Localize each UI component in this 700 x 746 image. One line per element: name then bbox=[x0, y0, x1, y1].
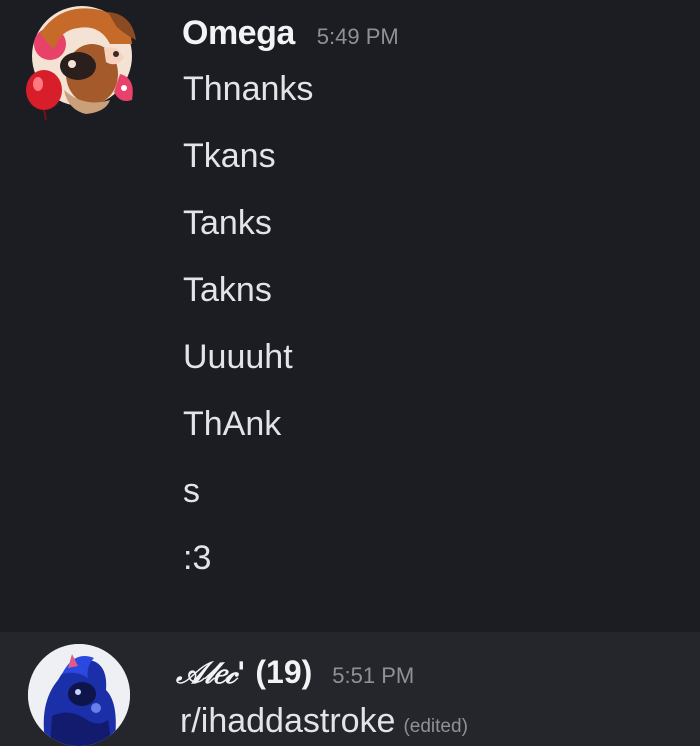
message-text: Thnanks bbox=[183, 70, 314, 108]
message-text: ThAnk bbox=[183, 405, 282, 443]
username[interactable]: Omega bbox=[182, 14, 295, 53]
edited-label: (edited) bbox=[403, 716, 468, 737]
message-text: Tanks bbox=[183, 204, 272, 242]
user-tag: (19) bbox=[255, 654, 313, 690]
timestamp: 5:51 PM bbox=[332, 663, 415, 688]
username[interactable]: 𝒜𝓁𝑒𝒸' bbox=[176, 656, 246, 691]
chat-panel: Omega 5:49 PM Thnanks Tkans Tanks Takns … bbox=[0, 0, 700, 746]
message-group-alec: 𝒜𝓁𝑒𝒸' (19) 5:51 PM r/ihaddastroke (edited… bbox=[0, 632, 700, 746]
message-lines: Thnanks Tkans Tanks Takns Uuuuht ThAnk s… bbox=[183, 68, 313, 604]
message-text: s bbox=[183, 472, 200, 510]
timestamp: 5:49 PM bbox=[316, 24, 399, 49]
message-group-omega: Omega 5:49 PM Thnanks Tkans Tanks Takns … bbox=[0, 0, 700, 632]
message-text: :3 bbox=[183, 539, 212, 577]
message-body: r/ihaddastroke (edited) bbox=[180, 702, 468, 741]
message-text: Takns bbox=[183, 271, 272, 309]
message-text: Tkans bbox=[183, 137, 276, 175]
anime-avatar-icon[interactable] bbox=[20, 4, 140, 120]
message-text: Uuuuht bbox=[183, 338, 293, 376]
message-header: 𝒜𝓁𝑒𝒸' (19) 5:51 PM bbox=[176, 654, 414, 691]
blue-figure-avatar-icon[interactable] bbox=[28, 644, 130, 746]
message-text: r/ihaddastroke bbox=[180, 702, 396, 740]
message-header: Omega 5:49 PM bbox=[182, 14, 399, 53]
